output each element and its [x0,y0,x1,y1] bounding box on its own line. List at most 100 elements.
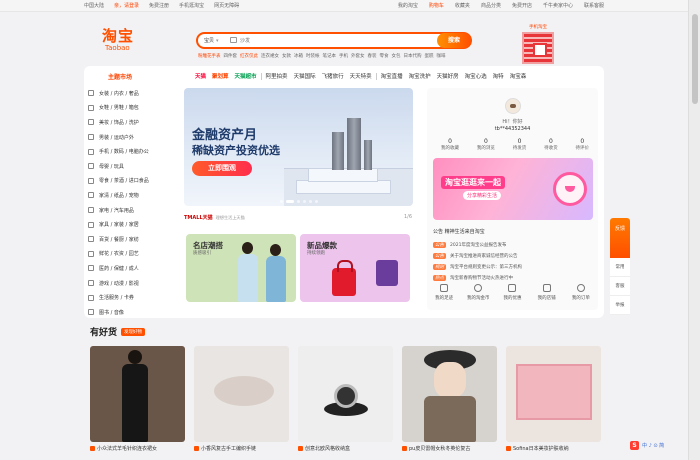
search-type-select[interactable]: 宝贝 [204,37,219,44]
nav-item[interactable]: 天天特卖 [347,72,375,80]
category-item[interactable]: 女鞋 / 男鞋 / 箱包 [88,101,180,116]
register-link[interactable]: 免费注册 [149,2,169,9]
promo-card-fashion[interactable]: 名店潮搭 质感吸引 [186,234,296,302]
category-item[interactable]: 零食 / 茶酒 / 进口食品 [88,174,180,189]
avatar[interactable] [505,98,521,114]
stat-favorites[interactable]: 0 我的收藏 [441,138,459,151]
announcement-row[interactable]: 公告 2021年度淘宝公益报告发布 [433,239,593,250]
hot-word[interactable]: 冰箱 [294,53,303,59]
hot-word[interactable]: 时装帐 [306,53,320,59]
categories-link[interactable]: 商品分类 [481,2,501,9]
category-item[interactable]: 家具 / 家装 / 家居 [88,217,180,232]
favorites-link[interactable]: 收藏夹 [455,2,470,9]
hero-banner[interactable]: 金融资产月 稀缺资产投资优选 立即围观 [184,88,413,206]
category-item[interactable]: 手机 / 数码 / 电脑办公 [88,144,180,159]
product-card[interactable]: 创意北欧风格收纳盒 [298,346,393,452]
stat-history[interactable]: 0 我的浏览 [477,138,495,151]
product-card[interactable]: pu皮贝雷帽女秋冬英伦复古 [402,346,497,452]
category-item[interactable]: 女装 / 内衣 / 奢品 [88,86,180,101]
announcement-row[interactable]: 热点 淘宝新春购物节活动火热进行中 [433,272,593,283]
tool-orders[interactable]: 我的订单 [565,284,597,301]
hot-word[interactable]: 日本代购 [404,53,422,59]
nav-item[interactable]: 天猫好房 [434,72,462,80]
vertical-scrollbar[interactable] [688,0,700,460]
category-item[interactable]: 男装 / 运动户外 [88,130,180,145]
tmall-strip[interactable]: TMALL天猫 理想生活上天猫 [184,214,245,221]
search-input[interactable] [240,36,390,45]
stat-to-ship[interactable]: 0 待发货 [513,138,527,151]
pager-dot[interactable] [315,200,318,203]
tool-coupons[interactable]: 我的优惠 [496,284,528,301]
nav-tmall[interactable]: 天猫 [192,72,209,80]
nav-juhuasuan[interactable]: 聚划算 [209,72,232,80]
product-card[interactable]: 小众法式羊毛针织连衣裙女 [90,346,185,452]
nav-item[interactable]: 淘宝洗护 [406,72,434,80]
float-item[interactable]: 常用 [610,258,630,277]
guangguang-banner[interactable]: 淘宝逛逛来一起 分享精彩生活 [433,158,593,220]
tool-footprint[interactable]: 我的足迹 [428,284,460,301]
hot-word[interactable]: 粉雕花手表 [198,53,221,59]
hot-word[interactable]: 女包 [392,53,401,59]
nav-item[interactable]: 淘宝直播 [378,72,406,80]
product-card[interactable]: Sofina日本美妆护肤收纳 [506,346,601,452]
pager-dot[interactable] [309,200,312,203]
search-button[interactable]: 搜索 [437,33,471,48]
product-card[interactable]: 小香风复古手工编织手链 [194,346,289,452]
user-name[interactable]: tb**44352344 [427,126,598,132]
pager-dot[interactable] [303,200,306,203]
category-item[interactable]: 家清 / 纸品 / 宠物 [88,188,180,203]
stat-to-receive[interactable]: 0 待收货 [544,138,558,151]
camera-icon[interactable] [230,37,237,43]
announcement-row[interactable]: 规则 淘宝平台规则变更公示：第三方机构 [433,261,593,272]
category-item[interactable]: 母婴 / 玩具 [88,159,180,174]
feedback-button[interactable]: 反馈 [610,218,630,258]
category-item[interactable]: 医药 / 保健 / 成人 [88,261,180,276]
open-store-link[interactable]: 免费开店 [512,2,532,9]
nav-tmall-supermarket[interactable]: 天猫超市 [232,72,260,80]
service-link[interactable]: 联系客服 [584,2,604,9]
pager-dot[interactable] [286,200,294,203]
category-item[interactable]: 百货 / 餐厨 / 家纺 [88,232,180,247]
hot-word[interactable]: 外套女 [351,53,365,59]
hot-word[interactable]: 咖啡 [437,53,446,59]
nav-item[interactable]: 天猫国际 [291,72,319,80]
nav-item[interactable]: 淘宝心选 [462,72,490,80]
stat-to-review[interactable]: 0 待评价 [576,138,590,151]
ime-toolbar[interactable]: S 中 ♪ ⊙ 简 [630,441,664,450]
tool-coins[interactable]: 我的淘金币 [462,284,494,301]
nav-item[interactable]: 淘特 [490,72,507,80]
pager-dot[interactable] [280,200,283,203]
float-item[interactable]: 举报 [610,296,630,315]
mobile-link[interactable]: 手机逛淘宝 [179,2,204,9]
category-item[interactable]: 鲜花 / 农资 / 园艺 [88,247,180,262]
nav-item[interactable]: 阿里拍卖 [263,72,291,80]
promo-card-new-arrivals[interactable]: 新品爆款 持续领跑 [300,234,410,302]
scrollbar-thumb[interactable] [692,14,698,104]
my-taobao-link[interactable]: 我的淘宝 [398,2,418,9]
tool-store[interactable]: 我的店铺 [531,284,563,301]
category-item[interactable]: 美妆 / 饰品 / 洗护 [88,115,180,130]
nav-item[interactable]: 淘宝森 [507,72,530,80]
hot-word[interactable]: 笔记本 [323,53,337,59]
hot-word[interactable]: 春装 [368,53,377,59]
region-link[interactable]: 中国大陆 [84,2,104,9]
category-item[interactable]: 家电 / 汽车用品 [88,203,180,218]
accessibility-link[interactable]: 网页无障碍 [214,2,239,9]
category-item[interactable]: 游戏 / 动漫 / 影视 [88,276,180,291]
hot-word[interactable]: 零食 [380,53,389,59]
taobao-logo[interactable]: 淘宝 Taobao [102,28,134,52]
float-item[interactable]: 客服 [610,277,630,296]
seller-center-link[interactable]: 千牛卖家中心 [543,2,573,9]
hot-word[interactable]: 红衣仅此 [240,53,258,59]
cart-link[interactable]: 购物车 [429,2,444,9]
section-tag[interactable]: 发现好物 [121,327,146,336]
pager-dot[interactable] [297,200,300,203]
banner-cta-button[interactable]: 立即围观 [192,161,252,176]
category-item[interactable]: 生活服务 / 卡券 [88,290,180,305]
category-item[interactable]: 图书 / 音像 [88,305,180,320]
login-link[interactable]: 亲，请登录 [114,2,139,9]
qr-code-box[interactable]: 手机淘宝 [520,24,556,68]
hot-word[interactable]: 连衣裙女 [261,53,279,59]
nav-item[interactable]: 飞猪旅行 [319,72,347,80]
hot-word[interactable]: 女款 [282,53,291,59]
